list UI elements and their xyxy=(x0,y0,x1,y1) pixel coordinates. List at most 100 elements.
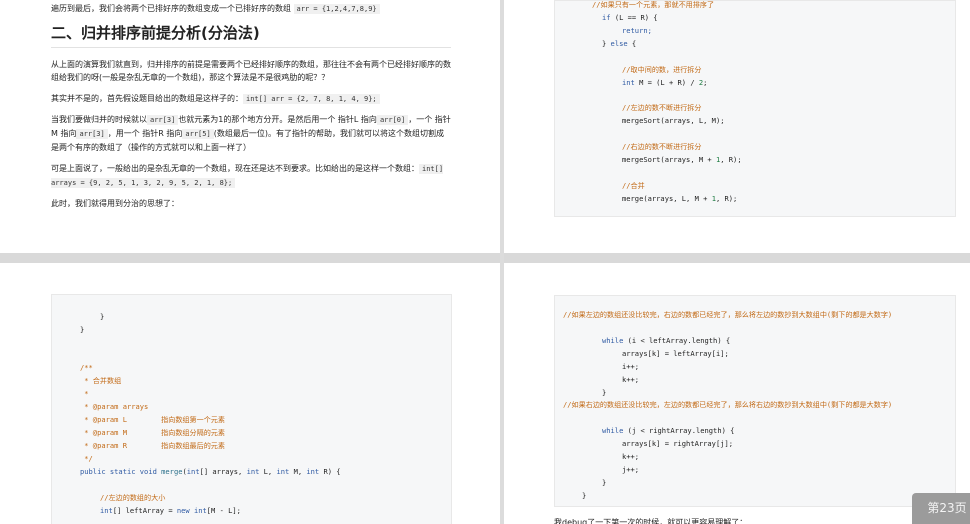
keyword: int xyxy=(100,506,113,515)
code-comment: //左边的数不断进行拆分 xyxy=(622,103,702,112)
code-line: if (L == R) { xyxy=(602,12,658,24)
code-text: , R); xyxy=(720,155,742,164)
heading-divider xyxy=(51,47,451,48)
keyword: int xyxy=(306,467,320,476)
code-line: k++; xyxy=(622,375,640,384)
code-comment: //右边的数不断进行拆分 xyxy=(622,142,702,151)
code-text: [] leftArray = xyxy=(112,506,177,515)
inline-code: int[] arr = {2, 7, 8, 1, 4, 9}; xyxy=(243,94,380,104)
code-line: k++; xyxy=(622,452,640,461)
keyword: return; xyxy=(622,26,652,35)
keyword: else xyxy=(610,39,628,48)
doc-comment: * @param L 指向数组第一个元素 xyxy=(80,415,225,424)
code-text: (i < leftArray.length) { xyxy=(623,336,731,345)
code-line: arrays[k] = rightArray[j]; xyxy=(622,439,734,448)
code-comment: //如果只有一个元素，那就不用排序了 xyxy=(592,0,715,9)
doc-comment: * @param R 指向数组最后的元素 xyxy=(80,441,225,450)
code-text: M, xyxy=(289,467,307,476)
code-text: L, xyxy=(259,467,277,476)
document-page-4: //如果左边的数组还没比较完，右边的数都已经完了，那么将左边的数抄到大数组中(剩… xyxy=(504,263,970,524)
doc-comment: * xyxy=(80,389,89,398)
doc-comment: /** xyxy=(80,363,93,372)
code-text: [M - L]; xyxy=(206,506,241,515)
code-text: ; xyxy=(703,78,708,87)
section-heading: 二、归并排序前提分析(分治法) xyxy=(51,24,260,42)
code-comment: //取中间的数，进行拆分 xyxy=(622,65,702,74)
code-line: int M = (L + R) / 2; xyxy=(622,77,707,89)
paragraph-2: 其实并不是的，首先假设题目给出的数组是这样子的： int[] arr = {2, … xyxy=(51,92,451,106)
text-run: ，用一个 指针R 指向 xyxy=(107,129,183,138)
code-block: } } /** * 合并数组 * * @param arrays * @para… xyxy=(51,294,452,524)
code-line: } xyxy=(602,388,607,397)
code-text: (L == R) { xyxy=(610,13,658,22)
page-number-label: 第23页 xyxy=(927,501,967,515)
code-text: [] arrays, xyxy=(199,467,247,476)
code-line: } xyxy=(602,478,607,487)
keyword: int xyxy=(186,467,200,476)
code-text: (j < rightArray.length) { xyxy=(623,426,735,435)
function-name: merge xyxy=(156,467,183,476)
paragraph-5: 此时，我们就得用到分治的思想了： xyxy=(51,199,179,208)
code-line: arrays[k] = leftArray[i]; xyxy=(622,349,729,358)
keyword: while xyxy=(602,426,624,435)
code-comment: //合并 xyxy=(622,181,645,190)
inline-code: arr[3] xyxy=(147,115,179,125)
code-comment: //左边的数组的大小 xyxy=(100,493,166,502)
code-line: } xyxy=(80,325,85,334)
paragraph-4: 可是上面说了，一般给出的是杂乱无章的一个数组，现在还是达不到要求。比如给出的是这… xyxy=(51,162,451,190)
document-page-3: } } /** * 合并数组 * * @param arrays * @para… xyxy=(0,263,500,524)
code-line: } xyxy=(582,491,587,500)
doc-comment: */ xyxy=(80,454,93,463)
code-text: , R); xyxy=(715,194,738,203)
code-line: while (i < leftArray.length) { xyxy=(602,335,730,347)
code-block: //如果只有一个元素，那就不用排序了 if (L == R) { return;… xyxy=(554,0,956,217)
code-line: merge(arrays, L, M + 1, R); xyxy=(622,193,737,205)
page-number-indicator[interactable]: 第23页 xyxy=(912,493,970,524)
code-text: mergeSort(arrays, M + xyxy=(622,155,716,164)
doc-comment: * 合并数组 xyxy=(80,376,122,385)
text-run: 也就元素为1的那个地方分开。是然后用一个 指针L 指向 xyxy=(178,115,377,124)
method-signature: public static void merge(int[] arrays, i… xyxy=(80,466,341,478)
paragraph-4-text: 可是上面说了，一般给出的是杂乱无章的一个数组，现在还是达不到要求。比如给出的是这… xyxy=(51,164,419,173)
keyword: int xyxy=(246,467,260,476)
doc-comment: * @param M 指向数组分隔的元素 xyxy=(80,428,225,437)
keyword: public static void xyxy=(80,467,157,476)
paragraph-2-text: 其实并不是的，首先假设题目给出的数组是这样子的： xyxy=(51,94,243,103)
page-gap-vertical xyxy=(500,0,504,524)
doc-comment: * @param arrays xyxy=(80,402,149,411)
code-block: //如果左边的数组还没比较完，右边的数都已经完了，那么将左边的数抄到大数组中(剩… xyxy=(554,295,956,507)
keyword: int xyxy=(622,78,635,87)
inline-code: arr[5] xyxy=(182,129,214,139)
keyword: int xyxy=(276,467,290,476)
keyword: if xyxy=(602,13,611,22)
code-line: mergeSort(arrays, L, M); xyxy=(622,116,725,125)
document-page-1: 遍历到最后，我们会将两个已排好序的数组变成一个已排好序的数组 arr = {1,… xyxy=(0,0,500,253)
intro-text: 遍历到最后，我们会将两个已排好序的数组变成一个已排好序的数组 arr = {1,… xyxy=(51,2,451,16)
text-run: 当我们要做归并的时候就以 xyxy=(51,115,147,124)
paragraph-3: 当我们要做归并的时候就以 arr[3] 也就元素为1的那个地方分开。是然后用一个 指… xyxy=(51,113,451,154)
keyword: while xyxy=(602,336,624,345)
code-line: } else { xyxy=(602,38,636,50)
code-text: M = (L + R) / xyxy=(634,78,699,87)
code-text: merge(arrays, L, M + xyxy=(622,194,712,203)
inline-code: arr[3] xyxy=(76,129,108,139)
code-text: R) { xyxy=(319,467,341,476)
code-line: j++; xyxy=(622,465,640,474)
page-gap-horizontal xyxy=(0,253,970,263)
keyword: new int xyxy=(176,506,207,515)
code-comment: //如果右边的数组还没比较完，左边的数都已经完了，那么将右边的数抄到大数组中(剩… xyxy=(563,400,893,409)
code-line: } xyxy=(100,312,105,321)
inline-code: arr[0] xyxy=(376,115,409,125)
code-comment: //如果左边的数组还没比较完，右边的数都已经完了，那么将左边的数抄到大数组中(剩… xyxy=(563,310,893,319)
code-line: i++; xyxy=(622,362,640,371)
paragraph-1: 从上面的演算我们就直到，归并排序的前提是需要两个已经排好顺序的数组，那往往不会有… xyxy=(51,60,451,82)
code-line: while (j < rightArray.length) { xyxy=(602,425,734,437)
code-line: return; xyxy=(622,25,652,37)
code-line: int[] leftArray = new int[M - L]; xyxy=(100,505,241,517)
code-text: { xyxy=(627,39,637,48)
paragraph-after-code: 我debug了一下第一次的时候，就可以更容易理解了： xyxy=(554,518,748,524)
inline-code: arr = {1,2,4,7,8,9} xyxy=(293,4,380,14)
intro-prefix: 遍历到最后，我们会将两个已排好序的数组变成一个已排好序的数组 xyxy=(51,4,294,13)
code-text: } xyxy=(602,39,611,48)
code-line: mergeSort(arrays, M + 1, R); xyxy=(622,154,742,166)
